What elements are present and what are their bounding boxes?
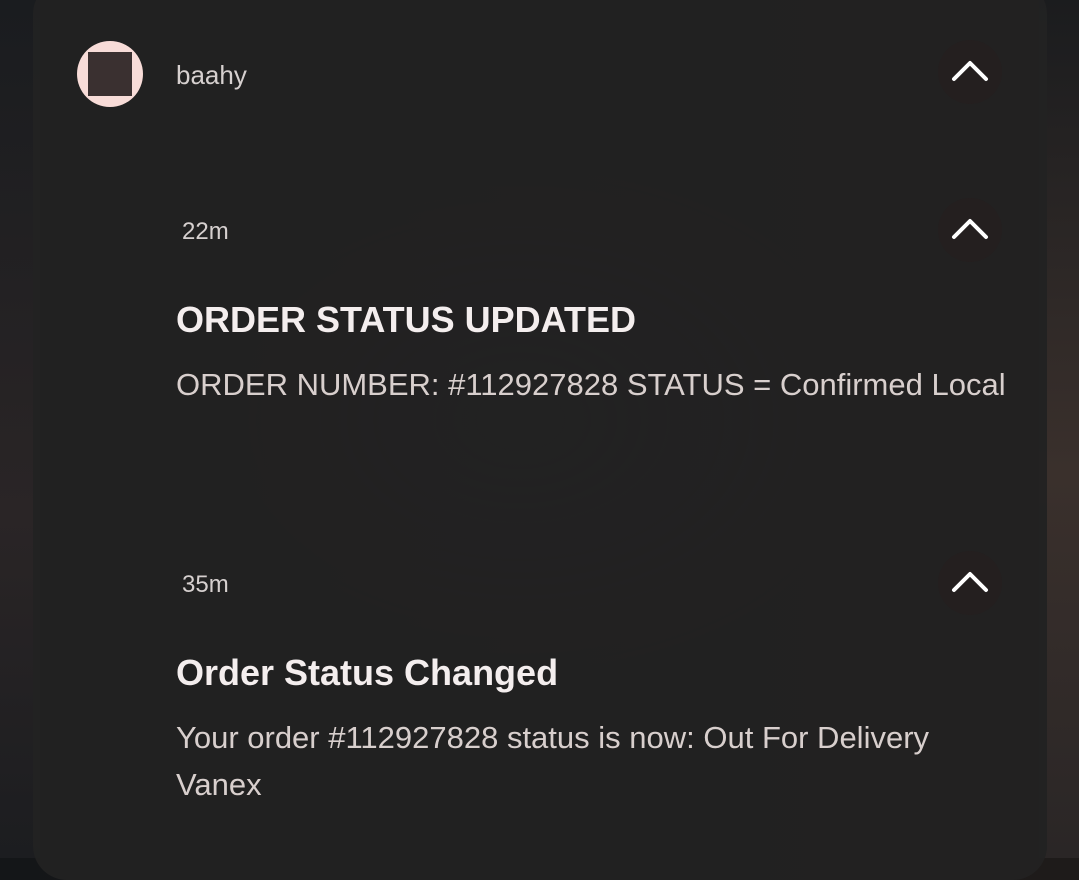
chevron-up-icon	[952, 219, 988, 239]
chevron-up-icon	[952, 572, 988, 592]
notification-collapse-button[interactable]	[938, 198, 1002, 262]
chevron-up-icon	[952, 61, 988, 81]
group-collapse-button[interactable]	[938, 40, 1002, 104]
notification-title[interactable]: Order Status Changed	[176, 652, 558, 694]
notification-body[interactable]: Your order #112927828 status is now: Out…	[176, 714, 1006, 808]
app-square-icon	[88, 52, 132, 96]
notification-time: 22m	[182, 218, 229, 245]
app-name: baahy	[176, 60, 247, 90]
notification-collapse-button[interactable]	[938, 551, 1002, 615]
notification-title[interactable]: ORDER STATUS UPDATED	[176, 299, 636, 341]
app-avatar	[77, 41, 143, 107]
notification-time: 35m	[182, 571, 229, 598]
notification-body[interactable]: ORDER NUMBER: #112927828 STATUS = Confir…	[176, 361, 1006, 408]
